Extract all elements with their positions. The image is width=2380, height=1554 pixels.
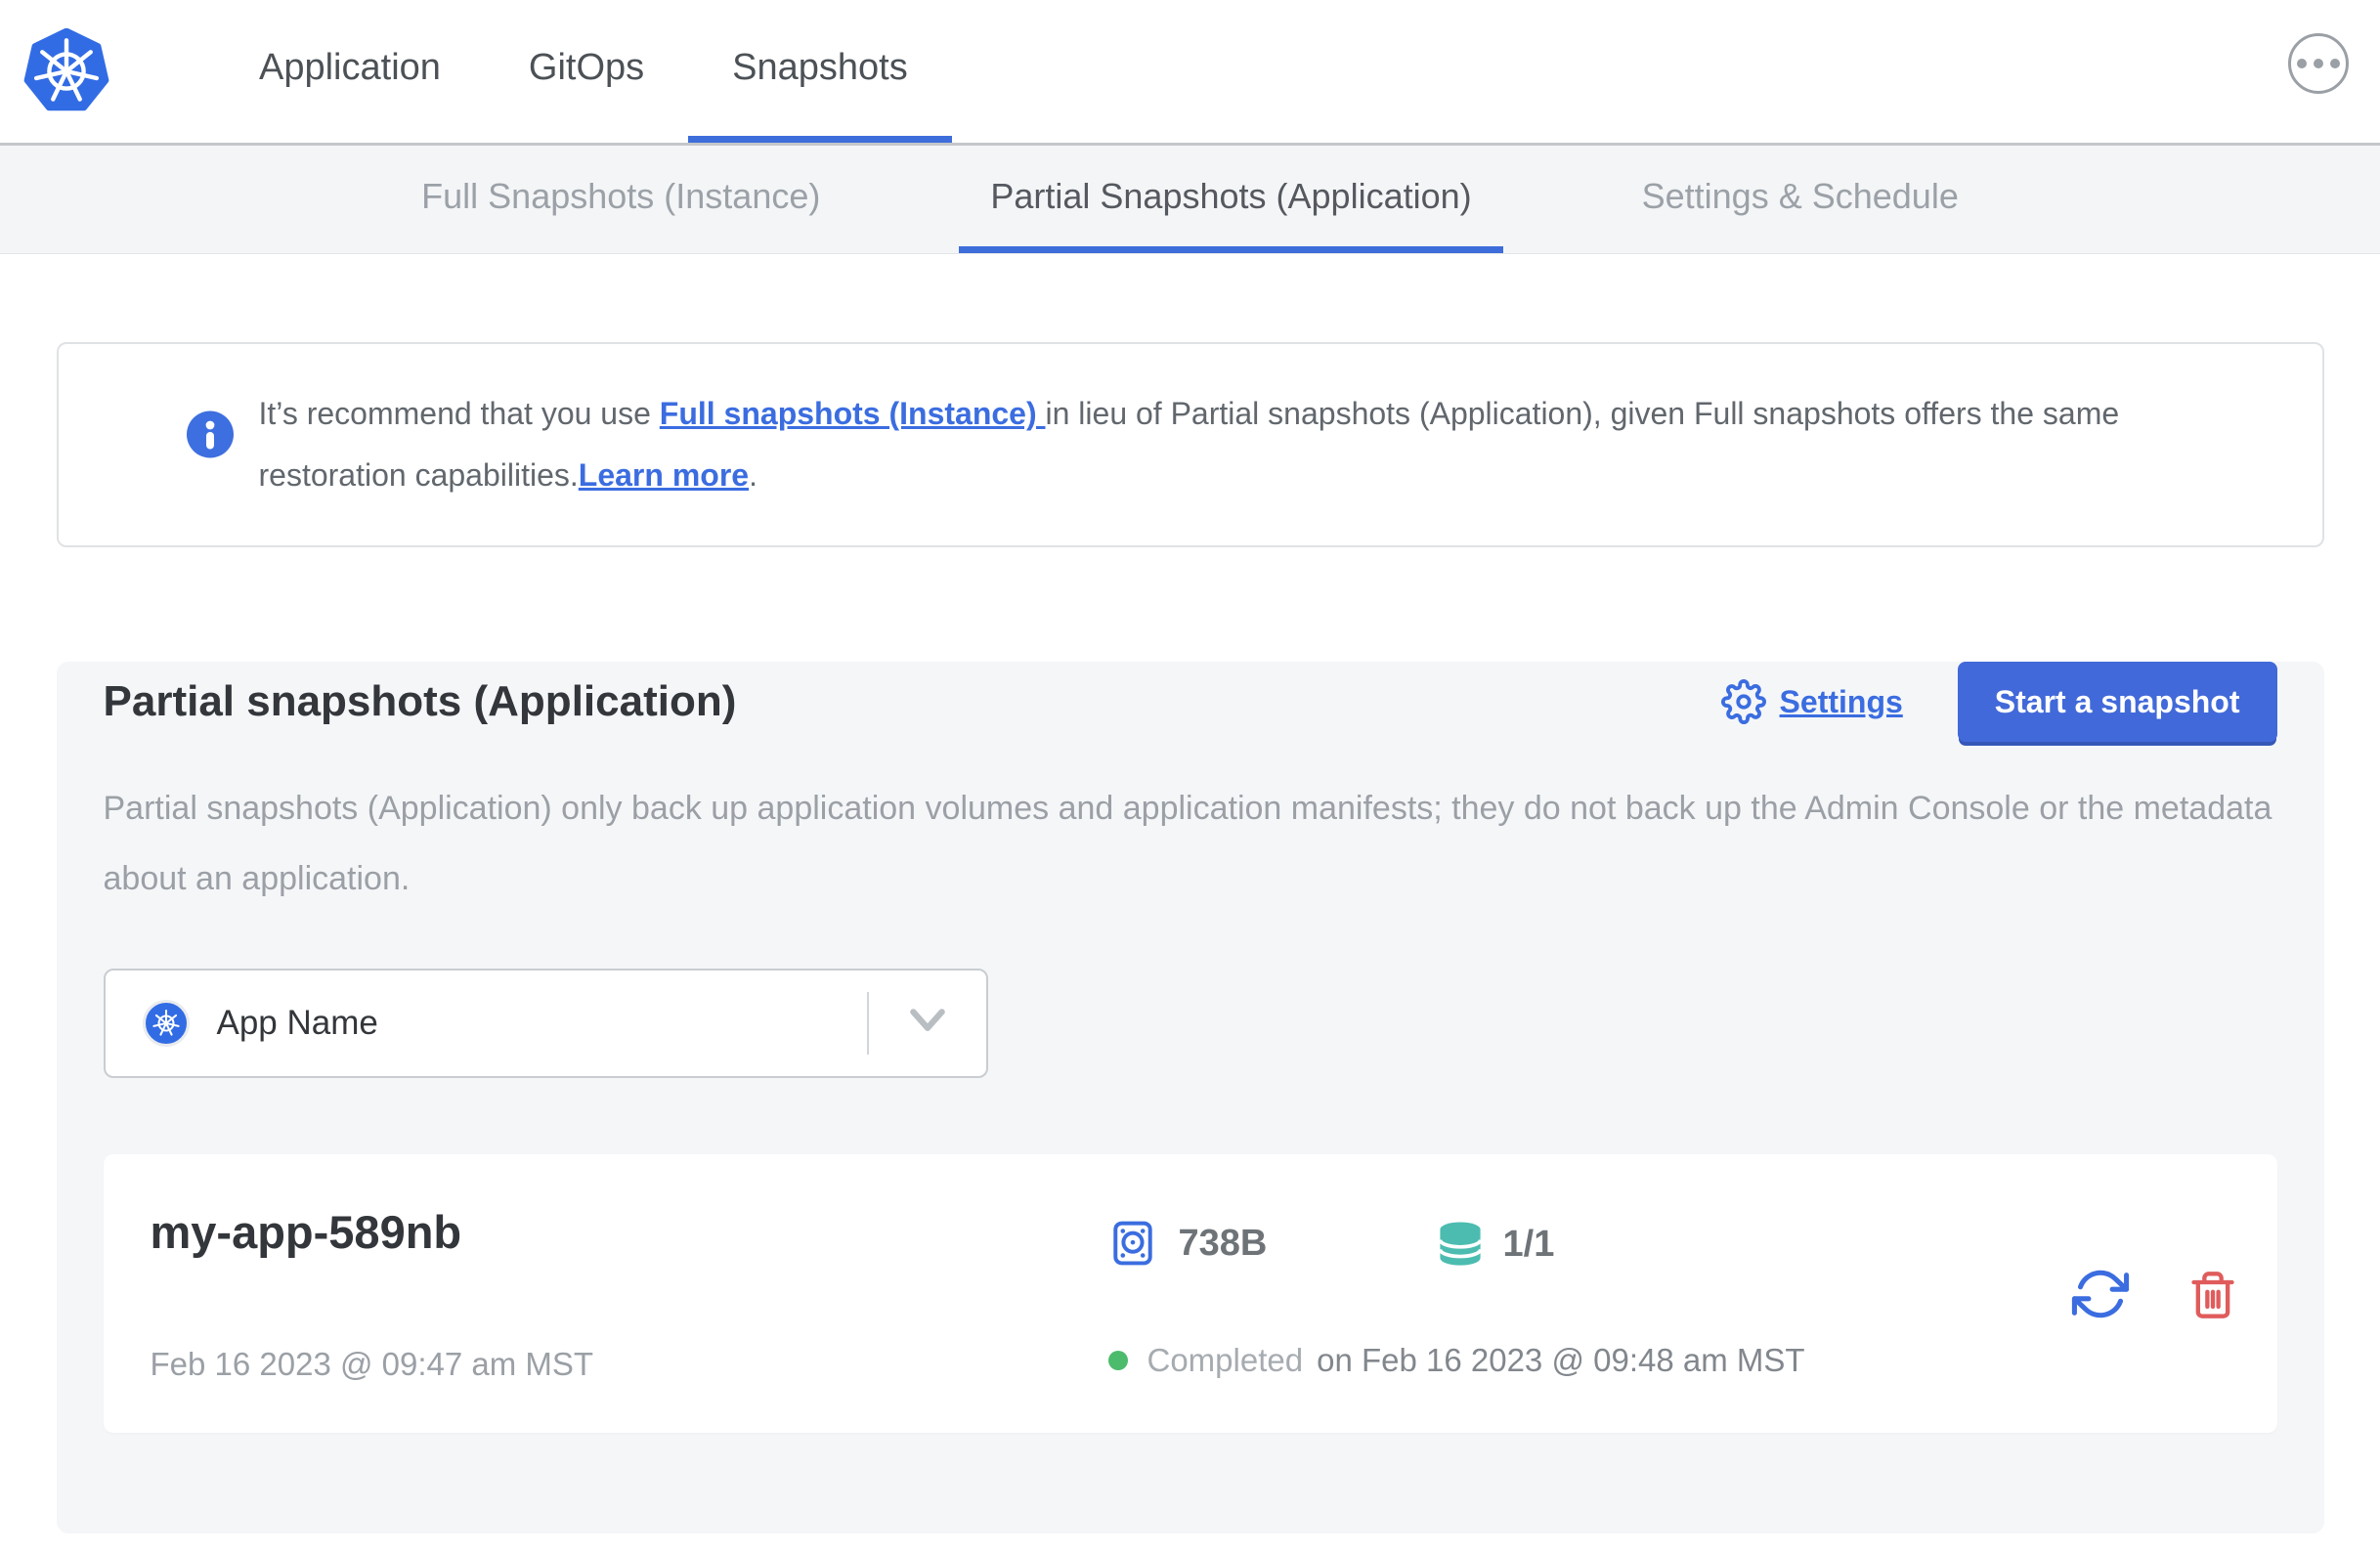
kubernetes-logo-icon (23, 0, 109, 143)
snapshots-subnav: Full Snapshots (Instance) Partial Snapsh… (0, 143, 2380, 254)
learn-more-link[interactable]: Learn more (579, 457, 749, 493)
partial-snapshots-panel: Partial snapshots (Application) Settings… (56, 662, 2324, 1533)
start-snapshot-button[interactable]: Start a snapshot (1957, 662, 2277, 742)
snapshot-size-value: 738B (1178, 1222, 1268, 1264)
nav-tab-gitops[interactable]: GitOps (485, 0, 688, 143)
banner-text-before: It’s recommend that you use (258, 396, 660, 431)
info-banner: It’s recommend that you use Full snapsho… (56, 342, 2324, 547)
banner-text-after: . (749, 457, 757, 493)
top-header: Application GitOps Snapshots (0, 0, 2380, 143)
kubernetes-mini-icon (142, 1000, 190, 1047)
app-select-value: App Name (216, 1004, 378, 1042)
panel-header: Partial snapshots (Application) Settings… (104, 662, 2277, 742)
page-title: Partial snapshots (Application) (103, 677, 737, 725)
disk-icon (1112, 1221, 1152, 1266)
snapshot-status: Completed on Feb 16 2023 @ 09:48 am MST (1107, 1342, 1805, 1379)
trash-icon (2190, 1272, 2234, 1318)
snapshot-started-date: Feb 16 2023 @ 09:47 am MST (150, 1346, 594, 1382)
snapshot-settings-link[interactable]: Settings (1720, 679, 1903, 724)
snapshots-page: Application GitOps Snapshots Full Snapsh… (0, 0, 2380, 1554)
app-name-select[interactable]: App Name (103, 969, 988, 1078)
status-finished-date: on Feb 16 2023 @ 09:48 am MST (1317, 1342, 1805, 1378)
status-dot-icon (1107, 1351, 1128, 1370)
panel-description: Partial snapshots (Application) only bac… (103, 790, 2272, 897)
snapshot-name: my-app-589nb (150, 1206, 462, 1258)
nav-tab-snapshots[interactable]: Snapshots (688, 0, 952, 143)
restore-snapshot-button[interactable] (2070, 1266, 2131, 1325)
gear-icon (1720, 679, 1766, 724)
snapshot-row: my-app-589nb Feb 16 2023 @ 09:47 am MST … (103, 1154, 2277, 1433)
database-icon (1438, 1222, 1482, 1266)
ellipsis-icon[interactable] (2288, 33, 2349, 94)
nav-tab-application[interactable]: Application (215, 0, 485, 143)
settings-link-label: Settings (1779, 683, 1903, 719)
select-divider (866, 992, 869, 1055)
subtab-settings-schedule[interactable]: Settings & Schedule (1611, 146, 1990, 253)
chevron-down-icon (906, 1007, 949, 1041)
full-snapshots-link[interactable]: Full snapshots (Instance) (660, 396, 1046, 431)
delete-snapshot-button[interactable] (2187, 1268, 2238, 1325)
snapshot-volumes-value: 1/1 (1502, 1223, 1555, 1265)
status-label: Completed (1147, 1342, 1304, 1378)
info-icon (186, 410, 234, 479)
restore-icon (2071, 1270, 2129, 1318)
snapshot-volumes-metric: 1/1 (1435, 1219, 1555, 1270)
subtab-full-snapshots[interactable]: Full Snapshots (Instance) (390, 146, 851, 253)
snapshot-size-metric: 738B (1108, 1219, 1268, 1268)
subtab-partial-snapshots[interactable]: Partial Snapshots (Application) (959, 146, 1503, 253)
main-nav: Application GitOps Snapshots (215, 0, 952, 143)
